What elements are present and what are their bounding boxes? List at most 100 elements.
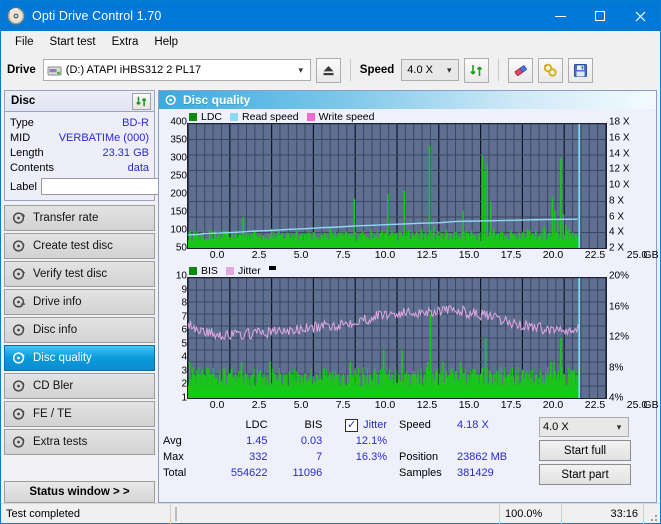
sidebar-item-disc-quality[interactable]: Disc quality [4, 345, 155, 371]
legend-swatch-read-speed [230, 113, 238, 121]
jitter-label: Jitter [363, 419, 387, 431]
x-axis-tick-label: 12.5 [417, 399, 437, 411]
ldc-x-axis: 0.02.55.07.510.012.515.017.520.022.525.0… [188, 249, 640, 263]
action-buttons: 4.0 X ▾ Start full Start part [539, 417, 631, 500]
test-speed-select[interactable]: 4.0 X ▾ [539, 417, 629, 437]
menu-help[interactable]: Help [146, 34, 186, 50]
tools-button[interactable] [538, 58, 563, 83]
jitter-max-value: 16.3% [322, 451, 393, 463]
window-title: Opti Drive Control 1.70 [32, 9, 540, 23]
sidebar-item-create-test-disc[interactable]: Create test disc [4, 233, 155, 259]
x-axis-tick-label: 22.5 [585, 249, 605, 261]
disc-fete-icon [12, 407, 26, 421]
menu-extra[interactable]: Extra [104, 34, 147, 50]
bis-x-axis: 0.02.55.07.510.012.515.017.520.022.525.0… [188, 399, 640, 413]
disc-mid-value: VERBATIMe (000) [59, 132, 149, 144]
x-axis-tick-label: 7.5 [336, 399, 351, 411]
sidebar-item-label: Create test disc [33, 240, 113, 252]
sidebar-item-transfer-rate[interactable]: Transfer rate [4, 205, 155, 231]
progress-bar [171, 504, 500, 524]
toolbar: Drive (D:) ATAPI iHBS312 2 PL17 ▾ Speed … [1, 53, 660, 87]
stats-header-row: LDC BIS ✓ Jitter [163, 417, 393, 433]
refresh-button[interactable] [464, 58, 489, 83]
ldc-chart-legend: LDC Read speed Write speed [159, 110, 656, 123]
sidebar-item-disc-info[interactable]: Disc info [4, 317, 155, 343]
stats-row-max: Max 332 7 16.3% [163, 449, 393, 465]
disc-row-type: Type BD-R [10, 115, 149, 130]
toolbar-separator [498, 59, 499, 81]
start-full-button[interactable]: Start full [539, 440, 631, 461]
main-panel: Disc quality LDC Read speed Write speed … [158, 90, 657, 503]
app-icon [7, 7, 25, 25]
start-part-button[interactable]: Start part [539, 464, 631, 485]
jitter-toggle-cell: ✓ Jitter [322, 417, 393, 433]
ldc-max-value: 332 [213, 451, 268, 463]
app-window: Opti Drive Control 1.70 File Start test … [0, 0, 661, 524]
disc-create-icon [12, 239, 26, 253]
x-axis-tick-label: 0.0 [210, 399, 225, 411]
speed-select[interactable]: 4.0 X ▾ [401, 59, 459, 81]
sidebar-item-verify-test-disc[interactable]: Verify test disc [4, 261, 155, 287]
x-axis-tick-label: 17.5 [501, 399, 521, 411]
sidebar-item-extra-tests[interactable]: Extra tests [4, 429, 155, 455]
ldc-plot-area[interactable] [187, 123, 607, 249]
disc-panel-title: Disc [11, 95, 35, 107]
status-bar: Test completed 100.0% 33:16 [1, 503, 660, 523]
legend-label-write-speed: Write speed [319, 111, 375, 123]
progress-track [175, 507, 177, 521]
maximize-button[interactable] [580, 1, 620, 31]
disc-bler-icon [12, 379, 26, 393]
legend-marker-black [269, 266, 276, 270]
x-axis-unit: GB [643, 249, 658, 261]
bis-y-axis: 10987654321 [159, 277, 187, 399]
stats-right: Speed Position Samples 4.18 X 23862 MB 3… [393, 417, 652, 500]
sidebar-item-drive-info[interactable]: Drive info [4, 289, 155, 315]
test-speed-value: 4.0 X [543, 421, 569, 433]
close-button[interactable] [620, 1, 660, 31]
disc-type-value: BD-R [122, 117, 149, 129]
stats-row-total: Total 554622 11096 [163, 465, 393, 481]
sidebar-item-label: CD Bler [33, 380, 73, 392]
x-axis-tick-label: 15.0 [459, 249, 479, 261]
x-axis-unit: GB [643, 399, 658, 411]
spacer [399, 433, 457, 449]
sidebar-item-label: Disc quality [33, 352, 92, 364]
menu-bar: File Start test Extra Help [1, 31, 660, 53]
stats-col-ldc: LDC [213, 419, 268, 431]
chevron-down-icon: ▾ [612, 422, 626, 433]
resize-grip[interactable] [644, 504, 660, 524]
disc-refresh-button[interactable] [132, 93, 151, 110]
drive-select[interactable]: (D:) ATAPI iHBS312 2 PL17 ▾ [43, 59, 311, 81]
sidebar-item-fe-te[interactable]: FE / TE [4, 401, 155, 427]
minimize-button[interactable] [540, 1, 580, 31]
x-axis-tick-label: 20.0 [543, 249, 563, 261]
disc-contents-label: Contents [10, 162, 54, 174]
save-button[interactable] [568, 58, 593, 83]
disc-label-row: Label [10, 177, 149, 196]
ldc-total-value: 554622 [213, 467, 268, 479]
erase-button[interactable] [508, 58, 533, 83]
stats-col-bis: BIS [268, 419, 323, 431]
status-window-button[interactable]: Status window > > [4, 481, 155, 503]
title-bar: Opti Drive Control 1.70 [1, 1, 660, 31]
menu-start-test[interactable]: Start test [42, 34, 104, 50]
legend-swatch-jitter [226, 267, 234, 275]
jitter-checkbox[interactable]: ✓ [345, 419, 358, 432]
legend-swatch-bis [189, 267, 197, 275]
bis-plot-area[interactable] [187, 277, 607, 399]
sidebar-item-cd-bler[interactable]: CD Bler [4, 373, 155, 399]
status-message: Test completed [1, 504, 171, 524]
eject-button[interactable] [316, 58, 341, 83]
ldc-plot-row: 40035030025020015010050 18 X16 X14 X12 X… [159, 123, 656, 249]
plot-svg [188, 278, 606, 398]
bis-plot-row: 10987654321 20%16%12%8%4% [159, 277, 656, 399]
body: Disc Type BD-R MID VERB [1, 87, 660, 503]
disc-row-contents: Contents data [10, 160, 149, 175]
disc-info-icon [12, 323, 26, 337]
toolbar-separator [350, 59, 351, 81]
disc-drive-icon [12, 295, 26, 309]
menu-file[interactable]: File [7, 34, 42, 50]
disc-transfer-icon [12, 211, 26, 225]
x-axis-tick-label: 5.0 [294, 249, 309, 261]
legend-swatch-ldc [189, 113, 197, 121]
